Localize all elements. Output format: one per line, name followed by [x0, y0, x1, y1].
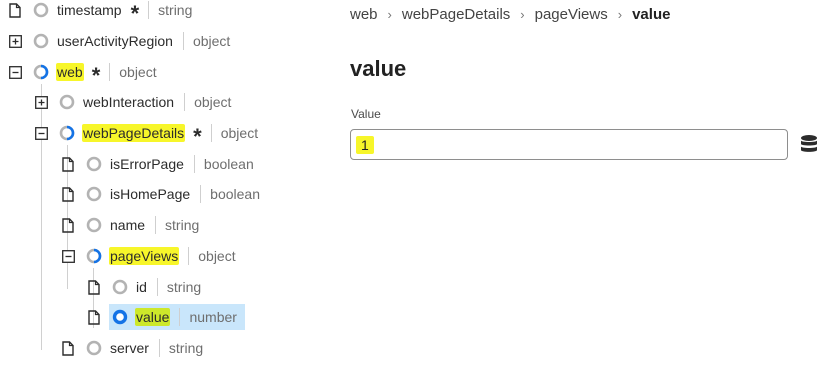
- minus-box-icon[interactable]: [57, 243, 79, 269]
- field-type: string: [166, 279, 202, 295]
- minus-box-icon[interactable]: [4, 59, 26, 85]
- breadcrumb-item-web[interactable]: web: [350, 6, 378, 23]
- breadcrumb-item-webpagedetails[interactable]: webPageDetails: [402, 6, 510, 23]
- radio-button[interactable]: [83, 335, 105, 361]
- document-icon: [4, 0, 26, 23]
- required-marker: *: [130, 1, 140, 26]
- field-name: isHomePage: [110, 186, 191, 202]
- divider: [182, 32, 184, 50]
- field-name: userActivityRegion: [57, 33, 173, 49]
- field-type: string: [158, 2, 193, 18]
- radio-button[interactable]: [30, 0, 52, 23]
- field-type: object: [194, 94, 232, 110]
- required-marker: *: [193, 124, 202, 149]
- tree-row-webpagedetails[interactable]: webPageDetails * object: [30, 120, 259, 149]
- field-type: object: [192, 33, 231, 49]
- field-type: boolean: [210, 186, 260, 202]
- radio-button[interactable]: [83, 243, 105, 269]
- radio-button[interactable]: [30, 59, 52, 85]
- tree-row-webinteraction[interactable]: webInteraction object: [30, 89, 231, 115]
- field-type: object: [220, 125, 259, 141]
- field-type: number: [189, 309, 237, 325]
- divider: [179, 308, 181, 326]
- schema-tree: timestamp * string userActivityRegion ob…: [0, 0, 330, 365]
- chevron-right-icon: ›: [617, 7, 623, 22]
- required-marker: *: [91, 63, 101, 88]
- document-icon: [83, 304, 105, 330]
- divider: [193, 155, 195, 173]
- radio-button[interactable]: [56, 89, 78, 115]
- document-icon: [57, 335, 79, 361]
- tree-row-web[interactable]: web * object: [4, 59, 157, 88]
- radio-button[interactable]: [83, 151, 105, 177]
- value-input[interactable]: 1: [350, 129, 788, 160]
- radio-button[interactable]: [83, 181, 105, 207]
- tree-row-useractivityregion[interactable]: userActivityRegion object: [4, 28, 230, 54]
- divider: [188, 247, 190, 265]
- field-name: timestamp: [57, 2, 122, 18]
- field-type: string: [168, 340, 204, 356]
- field-name: pageViews: [109, 247, 180, 265]
- radio-button[interactable]: [30, 28, 52, 54]
- value-input-text: 1: [356, 135, 374, 154]
- breadcrumb-item-pageviews[interactable]: pageViews: [535, 6, 608, 23]
- database-icon[interactable]: [798, 132, 820, 156]
- document-icon: [57, 151, 79, 177]
- tree-row-value[interactable]: value number: [83, 304, 245, 330]
- tree-row-server[interactable]: server string: [57, 335, 203, 361]
- breadcrumb: web › webPageDetails › pageViews › value: [350, 6, 670, 23]
- tree-row-id[interactable]: id string: [83, 274, 201, 300]
- field-type: string: [165, 217, 200, 233]
- field-type: object: [198, 248, 236, 264]
- field-name: web: [56, 63, 84, 81]
- radio-button[interactable]: [109, 274, 131, 300]
- chevron-right-icon: ›: [387, 7, 392, 22]
- document-icon: [57, 212, 79, 238]
- plus-box-icon[interactable]: [30, 89, 52, 115]
- document-icon: [57, 181, 79, 207]
- divider: [156, 278, 158, 296]
- tree-row-timestamp[interactable]: timestamp * string: [4, 0, 193, 26]
- divider: [109, 63, 111, 81]
- field-name: webPageDetails: [82, 124, 186, 142]
- divider: [200, 185, 202, 203]
- field-type: object: [119, 64, 157, 80]
- field-type: boolean: [203, 156, 254, 172]
- chevron-right-icon: ›: [520, 7, 525, 22]
- field-name: value: [135, 308, 171, 326]
- field-name: webInteraction: [83, 94, 175, 110]
- divider: [155, 216, 157, 234]
- tree-row-iserrorpage[interactable]: isErrorPage boolean: [57, 151, 254, 177]
- document-icon: [83, 274, 105, 300]
- radio-button[interactable]: [56, 120, 78, 146]
- field-name: server: [110, 340, 149, 356]
- field-name: isErrorPage: [110, 156, 184, 172]
- value-field-label: Value: [351, 107, 381, 121]
- radio-button[interactable]: [109, 304, 131, 330]
- plus-box-icon[interactable]: [4, 28, 26, 54]
- radio-button[interactable]: [83, 212, 105, 238]
- divider: [184, 93, 186, 111]
- divider: [158, 339, 160, 357]
- divider: [210, 124, 212, 142]
- tree-row-pageviews[interactable]: pageViews object: [57, 243, 236, 269]
- divider: [148, 1, 150, 19]
- breadcrumb-current: value: [632, 6, 671, 23]
- tree-row-ishomepage[interactable]: isHomePage boolean: [57, 181, 260, 207]
- page-title: value: [350, 56, 407, 81]
- tree-row-name[interactable]: name string: [57, 212, 199, 238]
- field-name: name: [110, 217, 146, 233]
- field-name: id: [136, 279, 147, 295]
- selected-item[interactable]: value number: [109, 304, 245, 330]
- minus-box-icon[interactable]: [30, 120, 52, 146]
